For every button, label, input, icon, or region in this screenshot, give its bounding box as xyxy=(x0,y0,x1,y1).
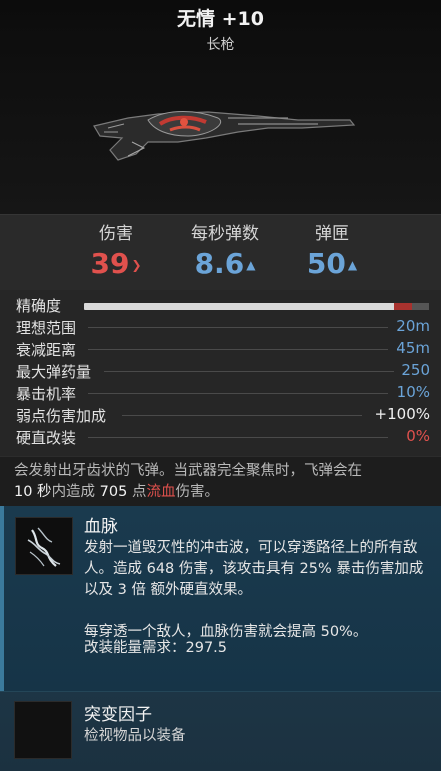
stat-fire-rate-label: 每秒弹数 xyxy=(191,224,259,244)
accuracy-marker xyxy=(394,303,412,310)
stat-row-value: 0% xyxy=(406,427,430,445)
mod-icon xyxy=(15,517,73,575)
weapon-header: 无情 +10 长枪 xyxy=(0,0,441,214)
lightning-icon xyxy=(27,527,61,567)
weapon-description: 会发射出牙齿状的飞弹。当武器完全聚焦时，飞弹会在 10 秒内造成 705 点流血… xyxy=(0,456,441,506)
chevron-up-icon: ▲ xyxy=(246,258,256,272)
stat-magazine-label: 弹匣 xyxy=(315,224,349,244)
description-bleed: 流血 xyxy=(146,484,176,500)
stat-row: 硬直改装 0% xyxy=(16,427,430,447)
stat-row-label: 弱点伤害加成 xyxy=(16,407,107,425)
description-text: 会发射出牙齿状的飞弹。当武器完全聚焦时，飞弹会在 xyxy=(14,463,362,479)
empty-slot-icon xyxy=(14,701,72,759)
description-text: 内造成 xyxy=(51,484,96,500)
stat-damage-value: 39 xyxy=(90,247,130,280)
main-stats: 伤害 39 ❯ 每秒弹数 8.6 ▲ 弹匣 50 ▲ xyxy=(0,214,441,290)
divider xyxy=(88,437,388,438)
weapon-inspect-card: 无情 +10 长枪 伤害 39 ❯ 每秒弹数 8.6 ▲ 弹匣 50 ▲ 精确度… xyxy=(0,0,441,771)
stat-row-label: 最大弹药量 xyxy=(16,363,92,381)
weapon-type: 长枪 xyxy=(206,37,235,53)
stat-fire-rate-value: 8.6 xyxy=(194,247,245,280)
mutator-slot[interactable]: 突变因子 检视物品以装备 xyxy=(0,691,441,771)
mutator-hint: 检视物品以装备 xyxy=(84,728,186,744)
accuracy-bar-remainder xyxy=(412,303,429,310)
stat-row: 暴击机率 10% xyxy=(16,383,430,403)
stat-row-value: +100% xyxy=(374,405,430,423)
stat-row-value: 45m xyxy=(396,339,430,357)
stat-row-label: 衰减距离 xyxy=(16,341,77,359)
divider xyxy=(88,349,388,350)
stat-row-value: 250 xyxy=(401,361,430,379)
description-text: 点 xyxy=(131,484,147,500)
stat-row: 最大弹药量 250 xyxy=(16,361,430,381)
mutator-name: 突变因子 xyxy=(84,705,152,725)
mod-name: 血脉 xyxy=(84,517,118,537)
stat-row-label: 暴击机率 xyxy=(16,385,77,403)
stat-row: 理想范围 20m xyxy=(16,317,430,337)
stat-damage: 伤害 39 ❯ xyxy=(76,219,156,281)
divider xyxy=(122,415,362,416)
divider xyxy=(88,393,388,394)
stat-magazine: 弹匣 50 ▲ xyxy=(292,219,372,281)
stat-fire-rate: 每秒弹数 8.6 ▲ xyxy=(175,219,275,281)
divider xyxy=(104,371,394,372)
stat-damage-label: 伤害 xyxy=(99,224,133,244)
stat-row-value: 20m xyxy=(396,317,430,335)
stat-row: 衰减距离 45m xyxy=(16,339,430,359)
mod-description-text: 发射一道毁灭性的冲击波，可以穿透路径上的所有敌人。造成 648 伤害，该攻击具有… xyxy=(84,540,424,598)
divider xyxy=(88,327,388,328)
stat-row-label: 理想范围 xyxy=(16,319,77,337)
accuracy-row: 精确度 xyxy=(16,295,430,315)
stat-row-label: 硬直改装 xyxy=(16,429,77,447)
description-damage: 705 xyxy=(99,484,128,500)
stat-row: 弱点伤害加成 +100% xyxy=(16,405,430,425)
accuracy-label: 精确度 xyxy=(16,297,62,315)
chevron-down-icon: ❯ xyxy=(131,258,142,272)
mod-energy-cost: 改装能量需求：297.5 xyxy=(84,640,228,656)
weapon-name: 无情 +10 xyxy=(177,8,264,30)
weapon-image xyxy=(93,111,356,161)
description-text: 伤害。 xyxy=(175,484,219,500)
accuracy-bar xyxy=(84,303,429,310)
detail-stats: 精确度 理想范围 20m 衰减距离 45m 最大弹药量 250 暴击机率 10% xyxy=(0,290,441,456)
stat-row-value: 10% xyxy=(396,383,430,401)
mod-panel[interactable]: 血脉 发射一道毁灭性的冲击波，可以穿透路径上的所有敌人。造成 648 伤害，该攻… xyxy=(0,506,441,691)
description-duration: 10 秒 xyxy=(14,484,52,500)
chevron-up-icon: ▲ xyxy=(347,258,358,272)
stat-magazine-value: 50 xyxy=(306,247,346,280)
